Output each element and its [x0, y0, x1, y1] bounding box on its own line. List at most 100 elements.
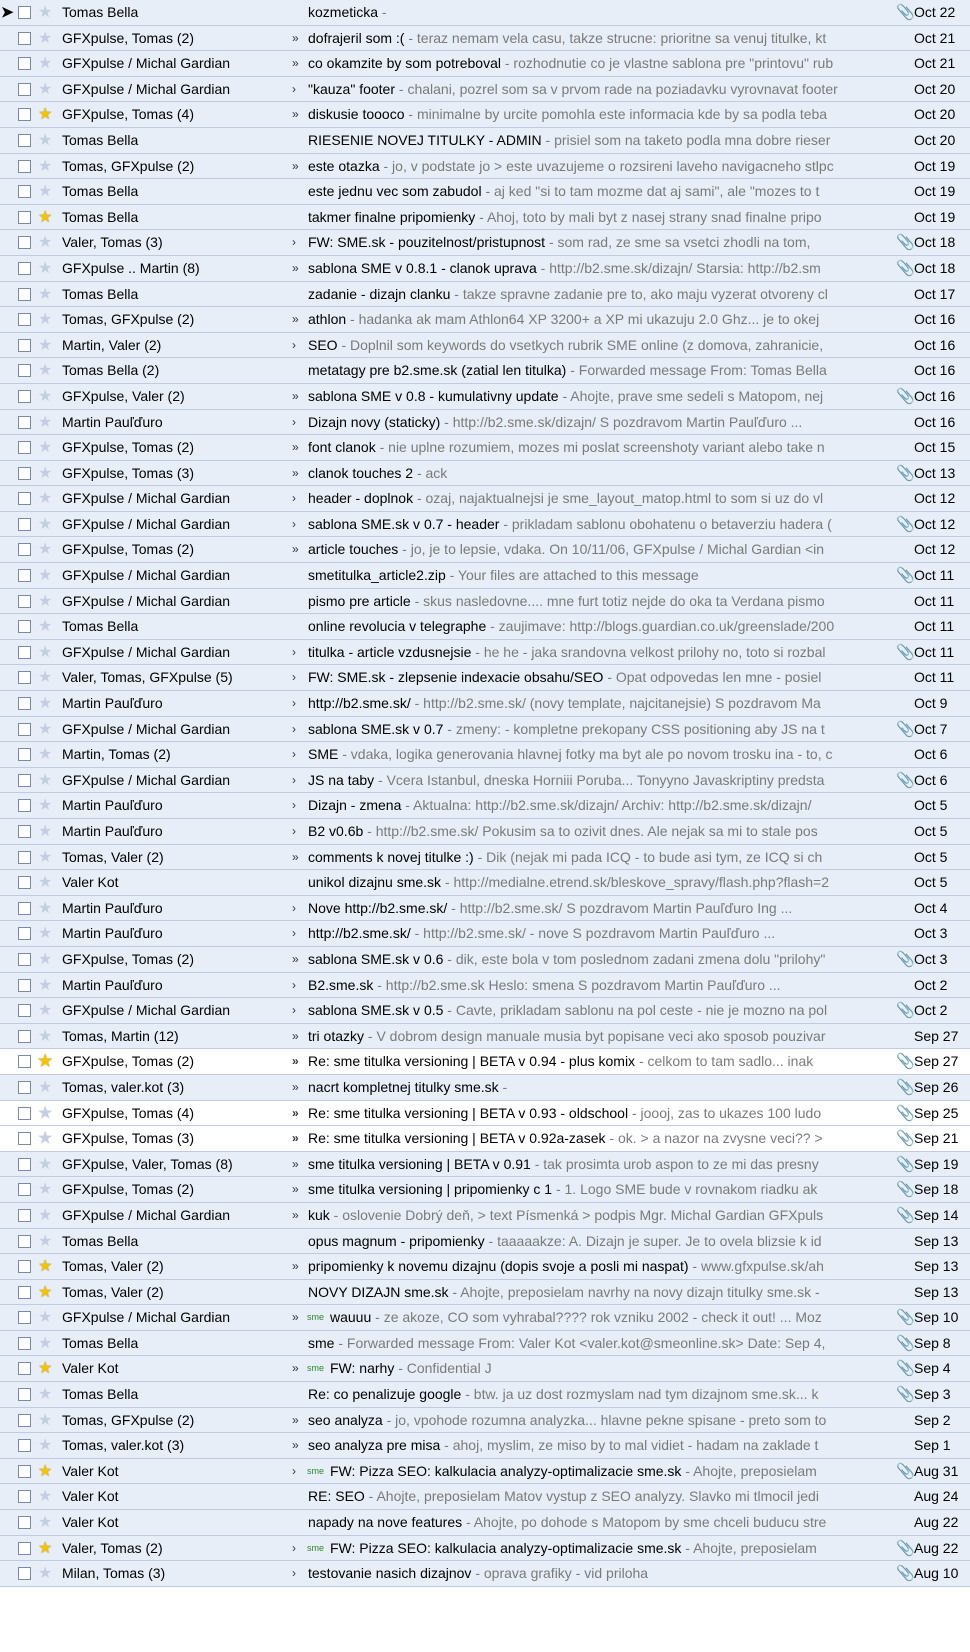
star-empty-icon[interactable]: ★ [38, 230, 56, 255]
select-checkbox[interactable] [18, 1439, 31, 1453]
select-checkbox[interactable] [18, 1413, 31, 1427]
star-empty-icon[interactable]: ★ [38, 154, 56, 179]
star-empty-icon[interactable]: ★ [38, 973, 56, 998]
email-row[interactable]: ★ Tomas Bella RIESENIE NOVEJ TITULKY - ADM… [0, 127, 970, 154]
star-empty-icon[interactable]: ★ [38, 1484, 56, 1509]
email-row[interactable]: ★ Tomas Bella Re: co penalizuje google - b… [0, 1382, 970, 1408]
email-row[interactable]: ★ Tomas, Martin (12) » tri otazky - V dobro… [0, 1023, 970, 1050]
star-filled-icon[interactable]: ★ [38, 1459, 56, 1484]
select-checkbox[interactable] [18, 210, 31, 224]
select-checkbox[interactable] [18, 338, 31, 352]
email-row[interactable]: ★ Milan, Tomas (3) › testovanie nasich diza… [0, 1561, 970, 1587]
star-empty-icon[interactable]: ★ [38, 435, 56, 460]
select-checkbox[interactable] [18, 1490, 31, 1504]
star-empty-icon[interactable]: ★ [38, 1331, 56, 1356]
star-empty-icon[interactable]: ★ [38, 921, 56, 946]
email-row[interactable]: ★ Valer Kot» sme FW: narhy - Confidential J… [0, 1356, 970, 1383]
star-empty-icon[interactable]: ★ [38, 691, 56, 716]
email-row[interactable]: ★ Martin Pauľďuro › http://b2.sme.sk/ - htt… [0, 691, 970, 717]
select-checkbox[interactable] [18, 927, 31, 941]
select-checkbox[interactable] [18, 1516, 31, 1530]
select-checkbox[interactable] [18, 850, 31, 864]
email-row[interactable]: ★ Tomas, GFXpulse (2) » seo analyza - jo, v… [0, 1407, 970, 1434]
star-empty-icon[interactable]: ★ [38, 717, 56, 742]
email-row[interactable]: ★ GFXpulse, Tomas (2) » Re: sme titulka ver… [0, 1049, 970, 1075]
select-checkbox[interactable] [18, 1311, 31, 1325]
email-row[interactable]: ★ Martin Pauľďuro › B2.sme.sk - http://b2.s… [0, 972, 970, 999]
star-empty-icon[interactable]: ★ [38, 1408, 56, 1433]
star-empty-icon[interactable]: ★ [38, 26, 56, 51]
select-checkbox[interactable] [18, 1004, 31, 1018]
star-empty-icon[interactable]: ★ [38, 333, 56, 358]
select-checkbox[interactable] [18, 876, 31, 890]
email-row[interactable]: ★ Valer Kot unikol dizajnu sme.sk - http:/… [0, 870, 970, 896]
select-checkbox[interactable] [18, 620, 31, 634]
email-row[interactable]: ★ Tomas Bella opus magnum - pripomienky - … [0, 1228, 970, 1255]
star-empty-icon[interactable]: ★ [38, 589, 56, 614]
email-row[interactable]: ★ GFXpulse / Michal Gardian » co okamzite b… [0, 51, 970, 77]
email-row[interactable]: ★ Tomas Bella este jednu vec som zabudol -… [0, 179, 970, 205]
star-filled-icon[interactable]: ★ [38, 205, 56, 230]
email-row[interactable]: ★ GFXpulse / Michal Gardian › "kauza" foote… [0, 76, 970, 103]
select-checkbox[interactable] [18, 901, 31, 915]
select-checkbox[interactable] [18, 1132, 31, 1146]
select-checkbox[interactable] [18, 31, 31, 45]
select-checkbox[interactable] [18, 569, 31, 583]
star-empty-icon[interactable]: ★ [38, 307, 56, 332]
email-row[interactable]: ★ Tomas, valer.kot (3) » nacrt kompletnej t… [0, 1074, 970, 1101]
email-row[interactable]: ★ GFXpulse / Michal Gardian › sablona SME.s… [0, 511, 970, 538]
email-row[interactable]: ★ GFXpulse / Michal Gardian › sablona SME.s… [0, 998, 970, 1024]
star-empty-icon[interactable]: ★ [38, 947, 56, 972]
email-row[interactable]: ★ GFXpulse, Tomas (2) » sablona SME.sk v 0.… [0, 946, 970, 973]
email-row[interactable]: ★ Tomas, Valer (2) » pripomienky k novemu d… [0, 1254, 970, 1280]
select-checkbox[interactable] [18, 799, 31, 813]
select-checkbox[interactable] [18, 159, 31, 173]
select-checkbox[interactable] [18, 1464, 31, 1478]
email-row[interactable]: ★ Valer Kot › sme FW: Pizza SEO: kalkulacia … [0, 1458, 970, 1485]
star-empty-icon[interactable]: ★ [38, 614, 56, 639]
select-checkbox[interactable] [18, 82, 31, 96]
star-empty-icon[interactable]: ★ [38, 282, 56, 307]
star-empty-icon[interactable]: ★ [38, 486, 56, 511]
select-checkbox[interactable] [18, 261, 31, 275]
email-row[interactable]: ★ GFXpulse, Valer (2) » sablona SME v 0.8 -… [0, 383, 970, 410]
select-checkbox[interactable] [18, 671, 31, 685]
email-row[interactable]: ★ Tomas Bella online revolucia v telegraph… [0, 614, 970, 640]
star-empty-icon[interactable]: ★ [38, 1433, 56, 1458]
select-checkbox[interactable] [18, 108, 31, 122]
star-empty-icon[interactable]: ★ [38, 1024, 56, 1049]
select-checkbox[interactable] [18, 1362, 31, 1376]
star-empty-icon[interactable]: ★ [38, 179, 56, 204]
email-row[interactable]: ★ Martin Pauľďuro › Dizajn novy (staticky) … [0, 409, 970, 436]
email-row[interactable]: ★ GFXpulse / Michal Gardian pismo pre arti… [0, 588, 970, 615]
select-checkbox[interactable] [18, 313, 31, 327]
star-empty-icon[interactable]: ★ [38, 1075, 56, 1100]
star-empty-icon[interactable]: ★ [38, 51, 56, 76]
select-checkbox[interactable] [18, 389, 31, 403]
email-row[interactable]: ★ Valer Kot RE: SEO - Ahojte, preposielam … [0, 1484, 970, 1511]
email-row[interactable]: ➤ ★ Tomas Bella kozmeticka - 📎 Oct 22 [0, 0, 970, 26]
email-row[interactable]: ★ GFXpulse, Tomas (2) » article touches - j… [0, 537, 970, 564]
star-empty-icon[interactable]: ★ [38, 1510, 56, 1535]
email-row[interactable]: ★ Valer, Tomas (3) › FW: SME.sk - pouziteln… [0, 230, 970, 256]
star-empty-icon[interactable]: ★ [38, 742, 56, 767]
email-row[interactable]: ★ Martin Pauľďuro › B2 v0.6b - http://b2.sm… [0, 819, 970, 845]
select-checkbox[interactable] [18, 978, 31, 992]
email-row[interactable]: ★ GFXpulse / Michal Gardian » kuk - osloven… [0, 1202, 970, 1229]
star-empty-icon[interactable]: ★ [38, 998, 56, 1023]
select-checkbox[interactable] [18, 236, 31, 250]
star-empty-icon[interactable]: ★ [38, 1229, 56, 1254]
email-row[interactable]: ★ Tomas, GFXpulse (2) » athlon - hadanka ak… [0, 307, 970, 333]
email-row[interactable]: ★ GFXpulse / Michal Gardian smetitulka_art… [0, 563, 970, 589]
select-checkbox[interactable] [18, 1567, 31, 1581]
select-checkbox[interactable] [18, 952, 31, 966]
email-row[interactable]: ★ GFXpulse, Tomas (2) » sme titulka version… [0, 1177, 970, 1203]
star-filled-icon[interactable]: ★ [38, 1049, 56, 1074]
email-row[interactable]: ★ Tomas Bella sme - Forwarded message From… [0, 1330, 970, 1357]
email-row[interactable]: ★ GFXpulse, Tomas (4) » diskusie toooco - m… [0, 102, 970, 128]
star-empty-icon[interactable]: ★ [38, 0, 56, 25]
email-row[interactable]: ★ Martin, Valer (2) › SEO - Doplnil som key… [0, 332, 970, 359]
email-row[interactable]: ★ GFXpulse / Michal Gardian › sablona SME.s… [0, 716, 970, 743]
select-checkbox[interactable] [18, 594, 31, 608]
email-row[interactable]: ★ Valer Kot napady na nove features - Ahoj… [0, 1510, 970, 1536]
